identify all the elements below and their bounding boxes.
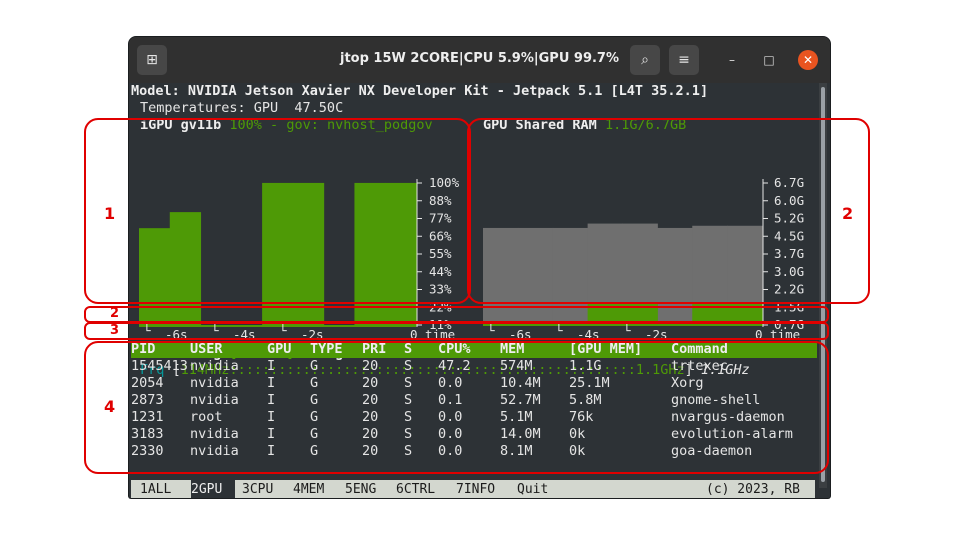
footer-tab-cpu[interactable]: 3CPU — [242, 481, 273, 498]
annotation-label-3: 3 — [110, 323, 120, 338]
footer-tab-ctrl[interactable]: 6CTRL — [396, 481, 435, 498]
footer-tab-eng[interactable]: 5ENG — [345, 481, 376, 498]
footer-tab-num: 6 — [396, 482, 404, 497]
footer-tab-num: 1 — [140, 482, 148, 497]
footer-quit[interactable]: Quit — [517, 481, 548, 498]
footer-tab-label: ENG — [352, 482, 377, 497]
maximize-icon[interactable]: □ — [759, 50, 779, 70]
footer-tab-label: CTRL — [403, 482, 436, 497]
footer-tab-label: MEM — [300, 482, 325, 497]
footer-tab-label: ALL — [147, 482, 172, 497]
annotation-box-status — [84, 306, 829, 323]
footer-tab-num: 2 — [191, 482, 199, 497]
annotation-box-4 — [84, 341, 829, 474]
footer-tab-num: 7 — [456, 482, 464, 497]
annotation-box-3 — [84, 322, 829, 340]
footer-copyright: (c) 2023, RB — [706, 482, 800, 497]
annotation-label-1: 1 — [104, 204, 116, 223]
footer-tab-mem[interactable]: 4MEM — [293, 481, 324, 498]
footer-tab-gpu[interactable]: 2GPU — [191, 481, 222, 498]
title-bar: ⊞ jtop 15W 2CORE|CPU 5.9%|GPU 99.7% ⌕ ≡ … — [129, 37, 830, 83]
annotation-box-2 — [467, 118, 870, 304]
minimize-icon[interactable]: – — [722, 50, 742, 70]
footer-tab-num: 3 — [242, 482, 250, 497]
annotation-label-status: 2 — [110, 306, 120, 321]
footer-tab-label: GPU — [198, 482, 223, 497]
footer-tab-num: 5 — [345, 482, 353, 497]
hamburger-menu-icon[interactable]: ≡ — [669, 45, 699, 75]
footer-tab-num: 4 — [293, 482, 301, 497]
footer-tab-all[interactable]: 1ALL — [140, 481, 171, 498]
annotation-box-1 — [84, 118, 471, 304]
search-icon[interactable]: ⌕ — [630, 45, 660, 75]
close-icon[interactable]: ✕ — [798, 50, 818, 70]
footer-tab-info[interactable]: 7INFO — [456, 481, 495, 498]
annotation-label-2: 2 — [842, 204, 854, 223]
annotation-label-4: 4 — [104, 397, 116, 416]
footer-tab-label: INFO — [463, 482, 496, 497]
footer-tab-label: CPU — [249, 482, 274, 497]
